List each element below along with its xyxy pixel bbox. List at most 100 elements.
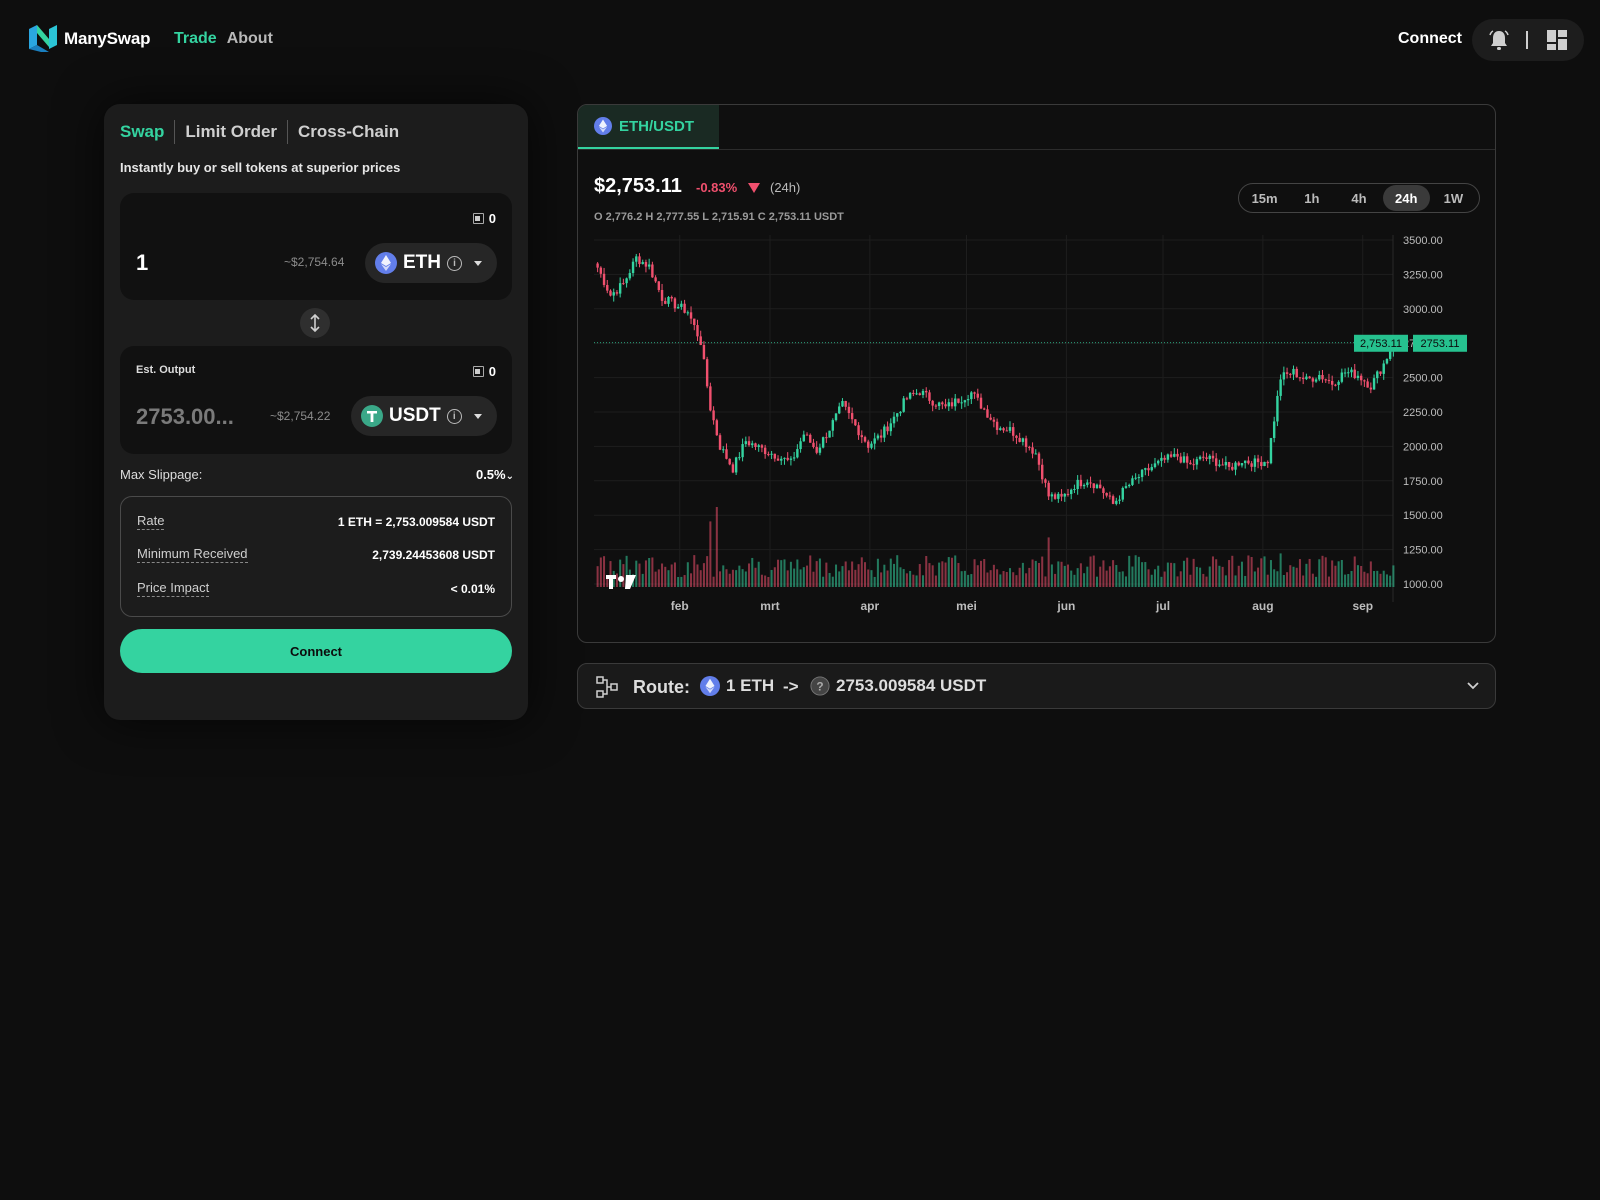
tab-divider	[174, 120, 176, 144]
nav-about-link[interactable]: About	[227, 30, 273, 48]
volume-bar	[1382, 570, 1385, 587]
volume-bar	[1044, 576, 1047, 587]
candle-body	[905, 398, 909, 400]
swap-panel: Swap Limit Order Cross-Chain Instantly b…	[104, 104, 528, 720]
candle-body	[709, 386, 712, 411]
price-impact-label[interactable]: Price Impact	[137, 580, 210, 597]
candle-body	[1185, 456, 1189, 463]
bell-icon[interactable]	[1488, 29, 1510, 51]
candle-body	[1005, 430, 1008, 432]
candle-body	[770, 453, 773, 455]
rate-label[interactable]: Rate	[137, 513, 165, 530]
tab-cross-chain[interactable]: Cross-Chain	[298, 122, 399, 142]
min-received-label[interactable]: Minimum Received	[137, 546, 248, 563]
candle-body	[796, 449, 799, 458]
candle-body	[1182, 456, 1186, 463]
wallet-icon	[472, 366, 484, 377]
detail-row-rate: Rate 1 ETH = 2,753.009584 USDT	[137, 513, 495, 530]
volume-bar	[1012, 572, 1015, 587]
volume-bar	[835, 564, 838, 587]
candle-body	[863, 437, 867, 442]
candle-body	[1231, 466, 1234, 470]
x-tick-label: feb	[671, 599, 689, 613]
candle-body	[1153, 463, 1157, 468]
candle-body	[1082, 484, 1086, 487]
volume-bar	[641, 573, 644, 587]
volume-bar	[693, 555, 696, 587]
route-bar[interactable]: Route: 1 ETH -> ? 2753.009584 USDT	[577, 663, 1496, 709]
max-slippage-select[interactable]: 0.5%⌄	[476, 467, 514, 482]
candle-body	[606, 284, 609, 291]
info-icon[interactable]: i	[446, 408, 462, 424]
volume-bar	[886, 570, 889, 587]
layout-grid-icon[interactable]	[1546, 29, 1568, 51]
nav-trade-link[interactable]: Trade	[174, 30, 217, 48]
candle-body	[754, 443, 757, 448]
output-token-select[interactable]: USDT i	[351, 396, 497, 436]
input-token-select[interactable]: ETH i	[365, 243, 497, 283]
volume-bar	[1389, 575, 1392, 587]
volume-bar	[1315, 576, 1318, 587]
volume-bar	[967, 574, 970, 587]
volume-bar	[1079, 563, 1082, 587]
volume-bar	[1376, 570, 1379, 587]
candle-body	[1385, 358, 1389, 364]
volume-bar	[1186, 557, 1189, 587]
candle-body	[731, 464, 735, 473]
volume-bar	[799, 569, 802, 587]
volume-bar	[860, 557, 863, 587]
chevron-down-icon[interactable]	[1467, 682, 1479, 690]
volume-bar	[1112, 560, 1115, 587]
candle-body	[1202, 456, 1205, 458]
candle-body	[641, 262, 644, 265]
candle-body	[999, 428, 1002, 430]
candle-body	[1156, 460, 1160, 464]
volume-bar	[976, 565, 979, 587]
volume-bar	[1282, 574, 1285, 587]
input-amount-field[interactable]: 1	[136, 250, 148, 276]
connect-wallet-button[interactable]: Connect	[120, 629, 512, 673]
volume-bar	[1273, 569, 1276, 587]
volume-bar	[1373, 571, 1376, 587]
volume-bar	[1141, 562, 1144, 587]
candle-body	[850, 413, 854, 420]
volume-bar	[1324, 557, 1327, 587]
output-token-symbol: USDT	[389, 405, 441, 426]
volume-bar	[599, 557, 602, 587]
volume-bar	[1037, 562, 1041, 587]
candle-body	[1324, 379, 1327, 381]
candle-body	[1118, 499, 1121, 501]
header-divider	[1526, 31, 1528, 49]
volume-bar	[1031, 559, 1034, 587]
volume-bar	[1050, 564, 1053, 587]
candle-body	[1002, 428, 1005, 431]
manyswap-logo[interactable]: ManySwap	[27, 25, 150, 52]
candle-body	[1347, 372, 1350, 374]
candle-body	[1359, 375, 1363, 381]
candle-body	[667, 297, 670, 304]
candle-body	[1047, 482, 1050, 497]
candle-body	[1298, 377, 1302, 379]
candle-body	[1121, 487, 1124, 500]
info-icon[interactable]: i	[447, 255, 462, 271]
candle-body	[638, 256, 641, 265]
candle-body	[1340, 372, 1344, 382]
volume-bar	[1002, 571, 1005, 587]
candle-body	[912, 392, 915, 394]
candlestick-chart[interactable]: 3500.003250.003000.002750.002500.002250.…	[578, 105, 1496, 643]
tab-swap[interactable]: Swap	[120, 122, 164, 142]
tab-limit-order[interactable]: Limit Order	[185, 122, 277, 142]
unknown-token-icon: ?	[810, 676, 830, 696]
candle-body	[1008, 427, 1012, 431]
candle-body	[1063, 493, 1066, 497]
candle-body	[1237, 462, 1240, 466]
volume-bar	[1195, 566, 1198, 587]
chevron-down-icon: ⌄	[505, 471, 514, 482]
header-connect-button[interactable]: Connect	[1398, 30, 1462, 48]
swap-direction-button[interactable]	[300, 308, 330, 338]
x-tick-label: jun	[1056, 599, 1075, 613]
candle-body	[892, 416, 896, 424]
volume-bar	[960, 571, 963, 587]
y-tick-label: 3250.00	[1403, 269, 1443, 281]
volume-bars	[596, 507, 1395, 587]
